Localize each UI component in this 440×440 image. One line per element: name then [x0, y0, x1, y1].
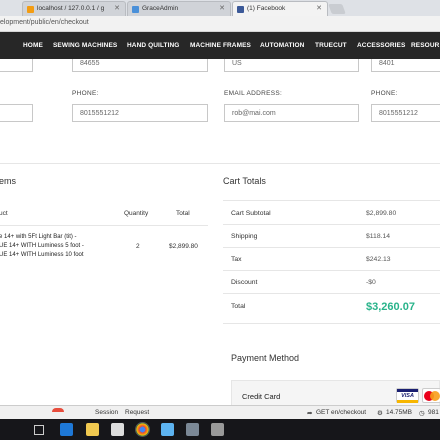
- nav-item-hand-quilting[interactable]: HAND QUILTING: [127, 42, 179, 49]
- taskbar: [0, 419, 440, 440]
- subtotal-label: Cart Subtotal: [231, 210, 271, 217]
- totals-row-divider: [223, 270, 440, 271]
- product-line: UE 14+ WITH Luminess 10 foot: [0, 252, 84, 258]
- totals-row-divider: [223, 224, 440, 225]
- product-name: e 14+ with 5Ft Light Bar (tit) - UE 14+ …: [0, 233, 84, 260]
- totals-row-divider: [223, 293, 440, 294]
- address-bar[interactable]: elopment/public/en/checkout: [0, 16, 440, 32]
- discount-value: -$0: [366, 279, 376, 286]
- nav-item-automation[interactable]: AUTOMATION: [260, 42, 304, 49]
- col-header-total: Total: [176, 210, 190, 217]
- grand-total-value: $3,260.07: [366, 301, 415, 313]
- nav-item-machine-frames[interactable]: MACHINE FRAMES: [190, 42, 251, 49]
- tax-value: $242.13: [366, 256, 391, 263]
- debug-route: GET en/checkout: [316, 409, 367, 416]
- nav-item-sewing-machines[interactable]: SEWING MACHINES: [53, 42, 117, 49]
- payment-method-title: Payment Method: [231, 353, 300, 363]
- tab-title: GraceAdmin: [142, 5, 179, 12]
- nav-item-accessories[interactable]: ACCESSORIES: [357, 42, 405, 49]
- field-partial-left-2[interactable]: [0, 104, 33, 122]
- section-divider: [0, 163, 440, 164]
- items-header-divider: [0, 225, 208, 226]
- tax-label: Tax: [231, 256, 242, 263]
- item-quantity: 2: [136, 243, 140, 250]
- app-icon[interactable]: [161, 423, 174, 436]
- email-value: rob@mai.com: [232, 110, 276, 117]
- phone-field-2[interactable]: 8015551212: [371, 104, 440, 122]
- postal-code-field[interactable]: 84655: [72, 59, 208, 72]
- nav-item-resources[interactable]: RESOUR: [411, 42, 439, 49]
- debug-time: 981: [428, 409, 439, 416]
- file-explorer-icon[interactable]: [86, 423, 99, 436]
- browser-tab-graceadmin[interactable]: GraceAdmin ✕: [127, 1, 231, 16]
- phone-value-2: 8015551212: [379, 110, 418, 117]
- debug-tab-request[interactable]: Request: [125, 409, 149, 416]
- visa-brand-text: VISA: [401, 393, 414, 399]
- new-tab-button[interactable]: [328, 4, 346, 14]
- chrome-icon[interactable]: [135, 422, 150, 437]
- email-label: EMAIL ADDRESS:: [224, 90, 283, 97]
- debugbar-logo-icon: [52, 408, 64, 412]
- browser-tab-localhost[interactable]: localhost / 127.0.0.1 / g ✕: [22, 1, 126, 16]
- calculator-icon[interactable]: [211, 423, 224, 436]
- store-icon[interactable]: [111, 423, 124, 436]
- items-title: ems: [0, 176, 17, 186]
- field-partial-left[interactable]: [0, 59, 33, 72]
- edge-icon[interactable]: [60, 423, 73, 436]
- gear-icon: ⚙: [377, 410, 383, 417]
- product-line: UE 14+ WITH Luminess 5 foot -: [0, 243, 84, 249]
- totals-divider: [223, 200, 440, 201]
- country-field[interactable]: US: [224, 59, 359, 72]
- totals-bottom-divider: [223, 323, 440, 324]
- tab-title: (1) Facebook: [247, 5, 286, 12]
- mastercard-icon: [422, 388, 440, 403]
- share-icon: ➦: [307, 410, 313, 417]
- task-view-icon[interactable]: [34, 425, 44, 435]
- url-text: elopment/public/en/checkout: [0, 19, 89, 26]
- cart-totals-title: Cart Totals: [223, 176, 266, 186]
- product-line: e 14+ with 5Ft Light Bar (tit) -: [0, 234, 77, 240]
- facebook-favicon-icon: [237, 6, 244, 13]
- postal-code-value: 84655: [80, 60, 100, 67]
- col-header-product: uct: [0, 210, 8, 217]
- subtotal-value: $2,899.80: [366, 210, 397, 217]
- app-icon[interactable]: [186, 423, 199, 436]
- debug-tab-session[interactable]: Session: [95, 409, 118, 416]
- col-header-quantity: Quantity: [124, 210, 149, 217]
- close-icon[interactable]: ✕: [114, 4, 120, 12]
- close-icon[interactable]: ✕: [316, 4, 322, 12]
- browser-tab-facebook[interactable]: (1) Facebook ✕: [232, 1, 328, 16]
- browser-tab-strip: localhost / 127.0.0.1 / g ✕ GraceAdmin ✕…: [0, 0, 440, 16]
- phone-label: PHONE:: [72, 90, 99, 97]
- page-favicon-icon: [132, 6, 139, 13]
- nav-item-truecut[interactable]: TRUECUT: [315, 42, 347, 49]
- discount-label: Discount: [231, 279, 258, 286]
- email-field[interactable]: rob@mai.com: [224, 104, 359, 122]
- phone-field[interactable]: 8015551212: [72, 104, 208, 122]
- nav-item-home[interactable]: HOME: [23, 42, 43, 49]
- shipping-value: $118.14: [366, 233, 391, 240]
- close-icon[interactable]: ✕: [219, 4, 225, 12]
- debug-memory: 14.75MB: [386, 409, 413, 416]
- shipping-label: Shipping: [231, 233, 258, 240]
- clock-icon: ◷: [419, 410, 425, 417]
- postal-code-value-2: 8401: [379, 60, 395, 67]
- total-label: Total: [231, 303, 246, 310]
- postal-code-field-2[interactable]: 8401: [371, 59, 440, 72]
- main-nav: HOME SEWING MACHINES HAND QUILTING MACHI…: [0, 32, 440, 59]
- visa-card-icon: VISA: [396, 388, 419, 403]
- payment-option-label: Credit Card: [242, 392, 281, 401]
- totals-row-divider: [223, 247, 440, 248]
- phpmyadmin-favicon-icon: [27, 6, 34, 13]
- country-value: US: [232, 60, 242, 67]
- item-total: $2,899.80: [169, 243, 198, 250]
- phone-label-2: PHONE:: [371, 90, 398, 97]
- debug-bar: Session Request ➦ GET en/checkout ⚙ 14.7…: [0, 405, 440, 419]
- phone-value: 8015551212: [80, 110, 119, 117]
- tab-title: localhost / 127.0.0.1 / g: [37, 5, 105, 12]
